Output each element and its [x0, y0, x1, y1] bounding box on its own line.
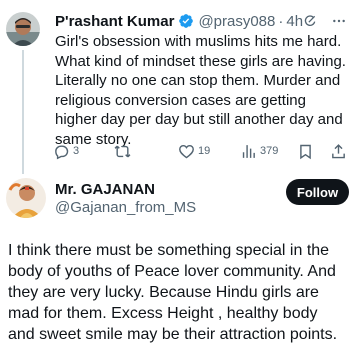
- like-button[interactable]: 19: [178, 143, 210, 160]
- more-options-icon[interactable]: [331, 13, 347, 29]
- retweet-icon: [114, 145, 131, 157]
- tweet-header: P'rashant Kumar @prasy088 · 4h: [55, 11, 347, 31]
- parent-tweet[interactable]: P'rashant Kumar @prasy088 · 4h Girl's ob…: [0, 0, 355, 174]
- view-count: 379: [260, 145, 279, 157]
- share-icon: [332, 143, 345, 158]
- tweet-thread: P'rashant Kumar @prasy088 · 4h Girl's ob…: [0, 0, 355, 360]
- reply-avatar-image: [6, 178, 46, 218]
- reply-icon: [55, 144, 69, 159]
- author-handle[interactable]: @prasy088: [198, 13, 275, 30]
- heart-icon: [179, 144, 194, 158]
- views-chart-icon: [242, 144, 255, 158]
- views-button[interactable]: 379: [240, 143, 278, 160]
- avatar[interactable]: [6, 12, 40, 46]
- reply-author-name[interactable]: Mr. GAJANAN: [55, 181, 155, 198]
- like-count: 19: [198, 145, 211, 157]
- follow-button[interactable]: Follow: [286, 179, 349, 205]
- author-name[interactable]: P'rashant Kumar: [55, 13, 174, 30]
- bookmark-button[interactable]: [297, 143, 314, 160]
- separator-dot: ·: [278, 12, 284, 30]
- share-button[interactable]: [330, 143, 347, 160]
- reply-avatar[interactable]: [6, 178, 46, 218]
- grok-icon[interactable]: [303, 14, 317, 28]
- avatar-image: [6, 12, 40, 46]
- tweet-text: Girl's obsession with muslims hits me ha…: [55, 33, 346, 148]
- bookmark-icon: [300, 144, 311, 159]
- verified-badge-icon: [178, 13, 194, 29]
- retweet-button[interactable]: [114, 143, 134, 160]
- reply-count: 3: [73, 145, 80, 157]
- reply-author-handle[interactable]: @Gajanan_from_MS: [55, 199, 196, 216]
- tweet-timestamp[interactable]: 4h: [286, 13, 303, 30]
- thread-connector-line: [22, 50, 24, 174]
- reply-tweet-text: I think there must be something special …: [8, 242, 338, 343]
- reply-button[interactable]: 3: [53, 143, 79, 160]
- tweet-actions-bar: 3 19 379: [50, 140, 350, 162]
